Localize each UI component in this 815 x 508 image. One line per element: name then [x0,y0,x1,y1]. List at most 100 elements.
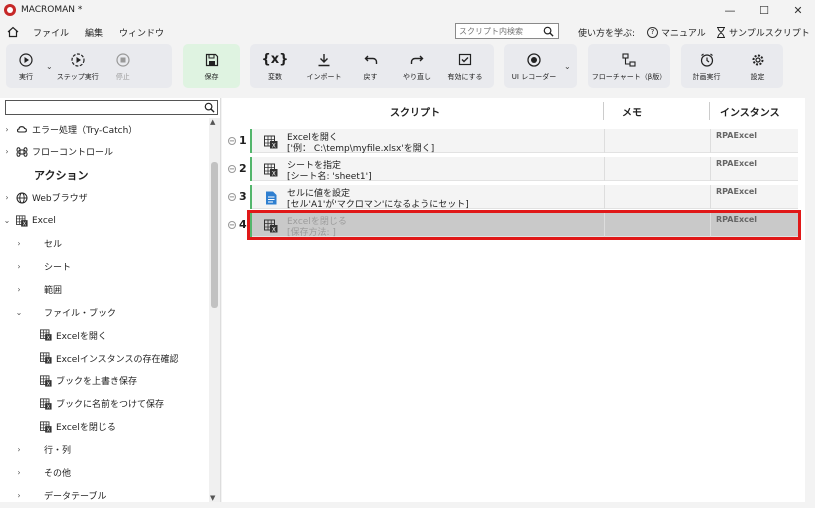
svg-text:X: X [47,427,51,433]
row-status-bar [250,129,252,153]
chevron-icon[interactable]: › [2,125,12,134]
recorder-dropdown-caret[interactable]: ⌄ [564,62,571,71]
undo-label: 戻す [363,72,378,81]
enable-button[interactable]: 有効にする [441,44,489,88]
tree-item-label: 範囲 [44,285,63,296]
chevron-icon[interactable]: › [14,445,24,454]
chevron-icon[interactable]: › [14,239,24,248]
chevron-icon[interactable]: › [2,147,12,156]
stop-button[interactable]: 停止 [103,44,143,88]
undo-button[interactable]: 戻す [348,44,393,88]
action-search-input[interactable] [5,100,218,115]
menu-window[interactable]: ウィンドウ [119,26,164,39]
stop-label: 停止 [115,72,130,81]
tree-item[interactable]: ⌄ X Excel [2,212,56,230]
script-row[interactable]: −1 X Excelを開く ['例： C:\temp\myfile.xlsx'を開く]… [228,129,798,154]
collapse-icon[interactable]: − [228,220,236,229]
row-number: 4 [239,218,247,231]
svg-text:X: X [47,381,51,387]
schedule-button[interactable]: 計画実行 [681,44,732,88]
row-instance: RPAExcel [716,215,758,224]
search-icon[interactable] [204,102,215,113]
tree-item[interactable]: › その他 [14,464,71,482]
script-row[interactable]: −4 X Excelを閉じる [保存方法: ] RPAExcel [228,210,801,240]
column-divider [709,102,710,120]
chevron-icon[interactable]: › [2,193,12,202]
ui-recorder-button[interactable]: UI レコーダー [504,44,564,88]
tree-item[interactable]: › フローコントロール [2,143,113,161]
collapse-icon[interactable]: − [228,164,236,173]
tree-item[interactable]: › Webブラウザ [2,189,88,207]
tree-item[interactable]: › 行・列 [14,441,71,459]
sample-script-link[interactable]: サンプルスクリプト [716,26,810,39]
scroll-up-arrow[interactable]: ▲ [210,118,215,126]
tree-item[interactable]: › シート [14,257,71,275]
search-icon[interactable] [543,26,554,37]
redo-button[interactable]: やり直し [393,44,441,88]
tree-item-label: ファイル・ブック [44,308,117,319]
tree-item-label: データテーブル [44,491,107,502]
import-label: インポート [306,72,342,81]
import-button[interactable]: インポート [300,44,348,88]
menu-edit[interactable]: 編集 [85,26,103,39]
tree-item[interactable]: X Excelを開く [36,326,107,344]
chevron-icon[interactable]: › [14,491,24,500]
menu-file[interactable]: ファイル [33,26,69,39]
settings-button[interactable]: 設定 [732,44,783,88]
tree-item[interactable]: X Excelインスタンスの存在確認 [36,349,178,367]
action-tree-scrollbar[interactable]: ▲ ▼ [209,118,220,502]
flowchart-button[interactable]: フローチャート（β版） [588,44,670,88]
tree-item[interactable]: › セル [14,235,62,253]
manual-link[interactable]: ? マニュアル [647,26,706,39]
row-detail: ['例： C:\temp\myfile.xlsx'を開く] [287,144,435,154]
tree-item-label: その他 [44,469,72,479]
tree-item[interactable]: X ブックを上書き保存 [36,372,137,390]
tree-item[interactable]: X ブックに名前をつけて保存 [36,395,164,413]
row-instance: RPAExcel [716,131,758,140]
chevron-icon[interactable]: ⌄ [14,308,24,317]
close-button[interactable]: ✕ [781,0,815,20]
excel-icon: X [16,215,28,227]
chevron-icon[interactable]: › [14,262,24,271]
svg-text:X: X [47,359,51,365]
column-header-instance: インスタンス [720,108,780,119]
svg-text:X: X [47,336,51,342]
scroll-down-arrow[interactable]: ▼ [210,494,215,502]
save-button[interactable]: 保存 [183,44,240,88]
script-search-input[interactable] [459,26,543,36]
tree-item-label: Excelを開く [56,331,107,342]
tree-item-label: セル [44,240,63,250]
scrollbar-thumb[interactable] [211,162,218,308]
step-run-icon [71,52,85,67]
chevron-icon[interactable]: ⌄ [2,216,12,225]
enable-checkbox-icon [458,53,472,65]
tree-item-label: Excel [32,215,56,226]
script-row[interactable]: −2 X シートを指定 [シート名: 'sheet1'] RPAExcel [228,157,798,182]
step-run-button[interactable]: ステップ実行 [53,44,103,88]
chevron-icon[interactable]: › [14,285,24,294]
column-divider [603,102,604,120]
save-label: 保存 [204,72,219,81]
home-icon[interactable] [7,26,19,38]
tree-item[interactable]: X Excelを閉じる [36,418,116,436]
tree-item-label: アクション [34,168,89,182]
collapse-icon[interactable]: − [228,136,236,145]
excel-icon: X [40,352,52,365]
minimize-button[interactable]: — [713,0,747,20]
gear-icon [752,54,763,65]
run-dropdown-caret[interactable]: ⌄ [46,62,53,71]
tree-item[interactable]: ⌄ ファイル・ブック [14,303,116,321]
row-detail: [シート名: 'sheet1'] [287,172,372,182]
chevron-icon[interactable]: › [14,468,24,477]
tree-item[interactable]: › データテーブル [14,486,106,502]
tree-item-label: ブックに名前をつけて保存 [56,400,165,411]
ui-recorder-label: UI レコーダー [511,72,557,81]
run-button[interactable]: 実行 [6,44,46,88]
script-row[interactable]: −3 セルに値を設定 [セル'A1'が'マクロマン'になるようにセット] RPAExc… [228,185,798,210]
collapse-icon[interactable]: − [228,192,236,201]
tree-item[interactable]: › エラー処理（Try-Catch） [2,120,137,138]
tree-item[interactable]: › 範囲 [14,280,62,298]
variable-button[interactable]: {x} 変数 [250,44,300,88]
maximize-button[interactable]: ☐ [747,0,781,20]
tree-item-label: フローコントロール [32,148,114,159]
